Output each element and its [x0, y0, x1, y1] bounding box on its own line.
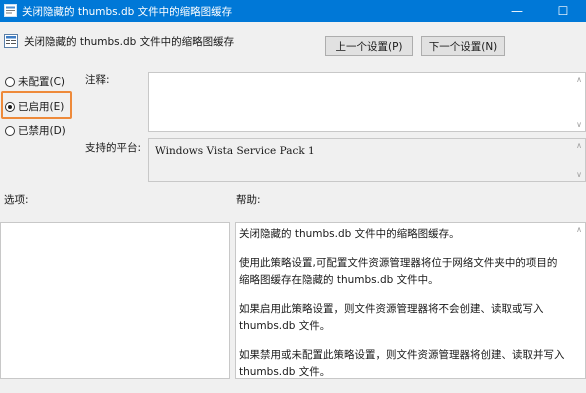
previous-setting-label: 上一个设置(P) [335, 40, 403, 53]
options-pane [0, 222, 230, 379]
policy-setting-icon [4, 34, 18, 48]
options-label: 选项: [4, 194, 29, 206]
help-paragraph: 如果禁用或未配置此策略设置，则文件资源管理器将创建、读取并写入 thumbs.d… [239, 349, 565, 378]
help-pane: 关闭隐藏的 thumbs.db 文件中的缩略图缓存。 使用此策略设置,可配置文件… [235, 222, 586, 379]
help-scroll-up-icon[interactable]: ∧ [576, 225, 582, 234]
platform-value: Windows Vista Service Pack 1 [155, 145, 315, 157]
radio-not-configured-label: 未配置(C) [18, 76, 66, 88]
help-paragraph: 如果启用此策略设置，则文件资源管理器将不会创建、读取或写入 thumbs.db … [239, 303, 544, 332]
radio-not-configured-circle[interactable] [5, 76, 15, 87]
scroll-up-icon[interactable]: ∧ [576, 75, 582, 84]
comment-label: 注释: [85, 74, 110, 86]
platform-label: 支持的平台: [85, 142, 142, 154]
previous-setting-button[interactable]: 上一个设置(P) [325, 36, 413, 56]
maximize-button[interactable]: ☐ [540, 0, 586, 22]
next-setting-label: 下一个设置(N) [428, 40, 498, 53]
radio-enabled-circle[interactable] [5, 101, 15, 112]
radio-disabled[interactable]: 已禁用(D) [5, 123, 66, 138]
help-paragraph: 使用此策略设置,可配置文件资源管理器将位于网络文件夹中的项目的缩略图缓存在隐藏的… [239, 257, 558, 286]
radio-enabled[interactable]: 已启用(E) [5, 99, 64, 114]
comment-textarea[interactable]: ∧ ∨ [148, 72, 586, 132]
help-label: 帮助: [236, 194, 261, 206]
radio-disabled-circle[interactable] [5, 125, 15, 136]
maximize-icon: ☐ [557, 4, 569, 18]
minimize-icon: — [511, 4, 523, 18]
window-title: 关闭隐藏的 thumbs.db 文件中的缩略图缓存 [22, 6, 233, 18]
scroll-down-icon[interactable]: ∨ [576, 120, 582, 129]
title-bar: 关闭隐藏的 thumbs.db 文件中的缩略图缓存 — ☐ [0, 0, 586, 22]
minimize-button[interactable]: — [494, 0, 540, 22]
setting-title: 关闭隐藏的 thumbs.db 文件中的缩略图缓存 [24, 36, 235, 48]
platform-field: Windows Vista Service Pack 1 ∧ ∨ [148, 138, 586, 182]
radio-enabled-label: 已启用(E) [18, 101, 65, 113]
radio-not-configured[interactable]: 未配置(C) [5, 74, 65, 89]
platform-scroll-down-icon[interactable]: ∨ [576, 170, 582, 179]
next-setting-button[interactable]: 下一个设置(N) [421, 36, 505, 56]
platform-scroll-up-icon[interactable]: ∧ [576, 141, 582, 150]
help-paragraph: 关闭隐藏的 thumbs.db 文件中的缩略图缓存。 [239, 228, 460, 240]
policy-app-icon [4, 4, 17, 17]
radio-disabled-label: 已禁用(D) [18, 125, 66, 137]
